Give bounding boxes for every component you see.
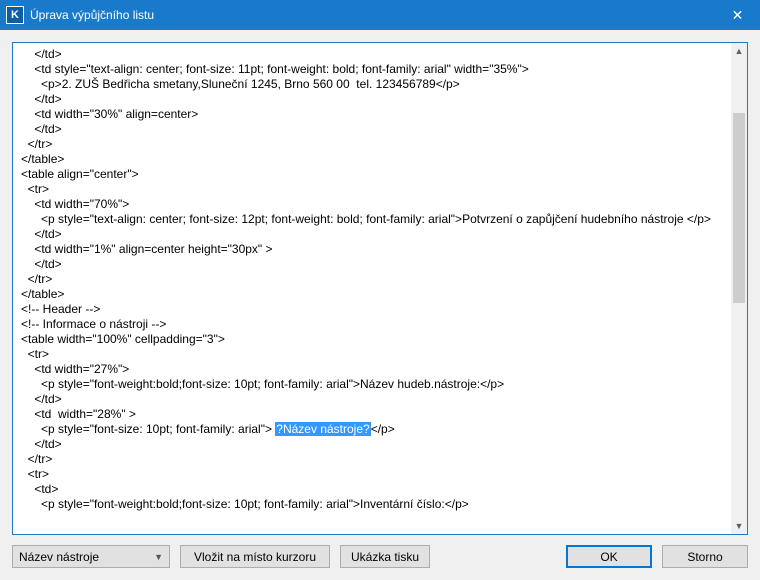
- code-line[interactable]: <p>2. ZUŠ Bedřicha smetany,Sluneční 1245…: [21, 77, 739, 92]
- code-editor[interactable]: </td> <td style="text-align: center; fon…: [12, 42, 748, 535]
- code-line[interactable]: <!-- Header -->: [21, 302, 739, 317]
- code-line[interactable]: <p style="font-weight:bold;font-size: 10…: [21, 377, 739, 392]
- code-line[interactable]: <table width="100%" cellpadding="3">: [21, 332, 739, 347]
- titlebar: K Úprava výpůjčního listu ✕: [0, 0, 760, 30]
- print-preview-button[interactable]: Ukázka tisku: [340, 545, 430, 568]
- code-line[interactable]: </td>: [21, 227, 739, 242]
- scroll-up-arrow[interactable]: ▲: [731, 43, 747, 59]
- code-line[interactable]: <table align="center">: [21, 167, 739, 182]
- window-body: </td> <td style="text-align: center; fon…: [0, 30, 760, 580]
- code-line[interactable]: <p style="font-size: 10pt; font-family: …: [21, 422, 739, 437]
- close-button[interactable]: ✕: [715, 0, 760, 30]
- code-line[interactable]: <td width="30%" align=center>: [21, 107, 739, 122]
- code-line[interactable]: <p style="font-weight:bold;font-size: 10…: [21, 497, 739, 512]
- code-line[interactable]: <tr>: [21, 182, 739, 197]
- cancel-button[interactable]: Storno: [662, 545, 748, 568]
- code-line[interactable]: <tr>: [21, 347, 739, 362]
- window-title: Úprava výpůjčního listu: [30, 8, 154, 22]
- code-line[interactable]: </td>: [21, 257, 739, 272]
- code-line[interactable]: <td>: [21, 482, 739, 497]
- code-line[interactable]: </td>: [21, 92, 739, 107]
- code-line[interactable]: </td>: [21, 122, 739, 137]
- code-line[interactable]: <!-- Informace o nástroji -->: [21, 317, 739, 332]
- chevron-down-icon: ▼: [154, 552, 163, 562]
- code-line[interactable]: <tr>: [21, 467, 739, 482]
- code-line[interactable]: <td width="27%">: [21, 362, 739, 377]
- code-line[interactable]: </tr>: [21, 272, 739, 287]
- code-line[interactable]: </td>: [21, 392, 739, 407]
- app-icon: K: [6, 6, 24, 24]
- variable-select-value: Název nástroje: [19, 550, 99, 564]
- vertical-scrollbar[interactable]: ▲ ▼: [731, 43, 747, 534]
- code-line[interactable]: <td style="text-align: center; font-size…: [21, 62, 739, 77]
- bottom-toolbar: Název nástroje ▼ Vložit na místo kurzoru…: [12, 535, 748, 568]
- variable-select[interactable]: Název nástroje ▼: [12, 545, 170, 568]
- code-line[interactable]: </td>: [21, 47, 739, 62]
- insert-at-cursor-button[interactable]: Vložit na místo kurzoru: [180, 545, 330, 568]
- code-line[interactable]: <td width="1%" align=center height="30px…: [21, 242, 739, 257]
- code-line[interactable]: </tr>: [21, 137, 739, 152]
- code-line[interactable]: </td>: [21, 437, 739, 452]
- selected-text[interactable]: ?Název nástroje?: [275, 422, 370, 436]
- scrollbar-thumb[interactable]: [733, 113, 745, 303]
- ok-button[interactable]: OK: [566, 545, 652, 568]
- scroll-down-arrow[interactable]: ▼: [731, 518, 747, 534]
- code-line[interactable]: </table>: [21, 152, 739, 167]
- code-line[interactable]: </tr>: [21, 452, 739, 467]
- code-line[interactable]: </table>: [21, 287, 739, 302]
- code-line[interactable]: <td width="28%" >: [21, 407, 739, 422]
- code-line[interactable]: <p style="text-align: center; font-size:…: [21, 212, 739, 227]
- code-line[interactable]: <td width="70%">: [21, 197, 739, 212]
